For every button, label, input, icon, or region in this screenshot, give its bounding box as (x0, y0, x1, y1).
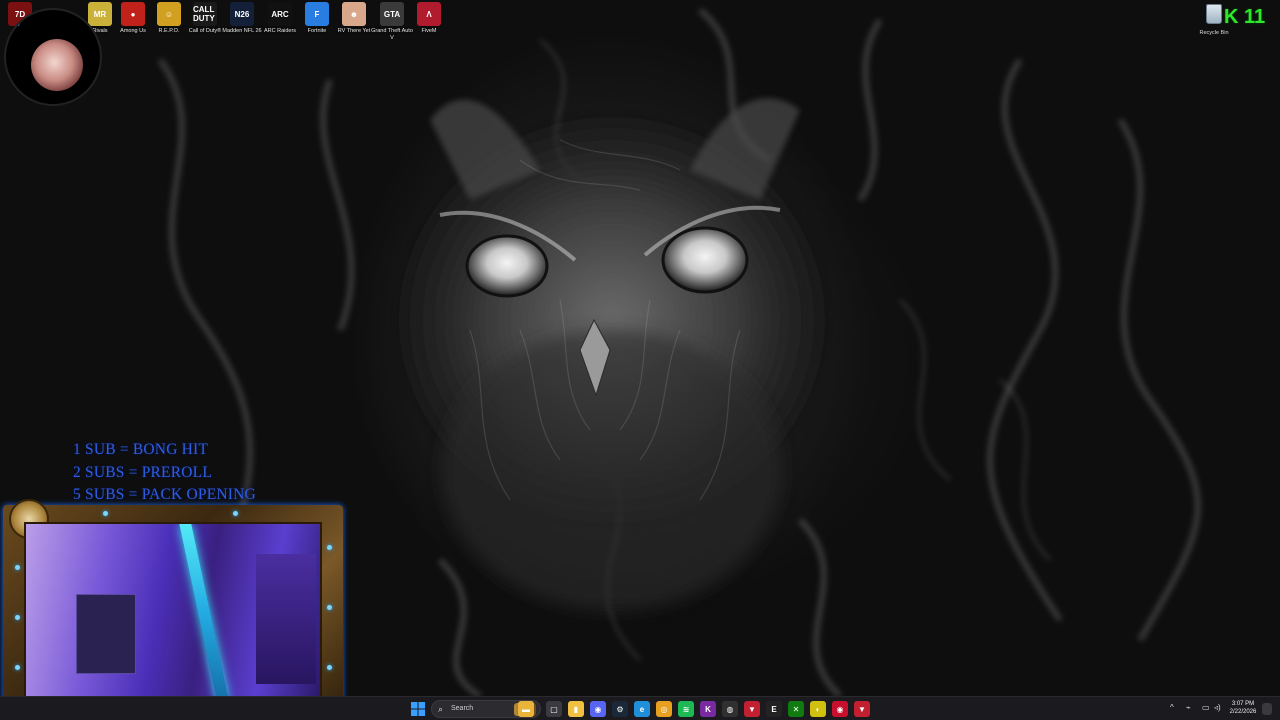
wall-poster (76, 594, 136, 674)
webcam-steampunk-frame (3, 499, 343, 713)
spotify-icon: ≋ (682, 704, 690, 714)
network-icon[interactable]: ▭ (1202, 703, 1210, 712)
fivem-icon: Λ (417, 2, 441, 26)
start-button[interactable] (410, 701, 426, 717)
pin-icon: ▼ (858, 704, 866, 714)
desktop-icon-call-of-duty[interactable]: CALL DUTY Call of Duty® (187, 2, 223, 35)
recycle-bin-icon (1206, 4, 1222, 24)
taskbar-xbox-icon[interactable]: ✕ (788, 701, 804, 717)
desktop-icon-fortnite[interactable]: F Fortnite (299, 2, 335, 35)
gta-v-icon: GTA (380, 2, 404, 26)
rv-there-yet-icon: ☻ (342, 2, 366, 26)
clock-date: 2/22/2026 (1229, 709, 1257, 715)
red-app-icon: ◉ (836, 704, 844, 714)
usb-icon[interactable]: ⌁ (1186, 703, 1191, 712)
taskbar-red-app-icon[interactable]: ◉ (832, 701, 848, 717)
tray-chevron-icon[interactable]: ^ (1170, 703, 1174, 712)
taskbar-pin-icon[interactable]: ▼ (854, 701, 870, 717)
kick-icon: K (705, 704, 711, 714)
map-pin-icon: ▼ (748, 704, 756, 714)
webcam-feed (24, 522, 322, 698)
taskbar-task-view-icon[interactable]: ▢ (546, 701, 562, 717)
taskbar-edge-icon[interactable]: e (634, 701, 650, 717)
sub-goal-2: 2 SUBS = PREROLL (73, 463, 212, 481)
task-view-icon: ▢ (550, 704, 558, 714)
desktop-icon-madden[interactable]: N26 Madden NFL 26 (222, 2, 262, 35)
frame-light (327, 665, 332, 670)
file-explorer-icon: ▬ (522, 704, 530, 714)
taskbar-spotify-icon[interactable]: ≋ (678, 701, 694, 717)
desktop-icon-rv-there-yet[interactable]: ☻ RV There Yet (336, 2, 372, 35)
among-us-icon: ● (121, 2, 145, 26)
facecam-avatar: Blind Korn (4, 8, 102, 106)
sub-goal-1: 1 SUB = BONG HIT (73, 441, 209, 458)
obs-icon: ◍ (726, 704, 734, 714)
taskbar-epic-games-icon[interactable]: E (766, 701, 782, 717)
taskbar-obs-icon[interactable]: ◍ (722, 701, 738, 717)
marvel-rivals-icon: MR (88, 2, 112, 26)
taskbar: ⌕ Search ▬ ▢ ▮ ◉ ⚙ e ◎ ≋ K ◍ ▼ E ✕ ◐ ◉ ▼ ^ ⌁ ▭ ◃) 3:07 … (0, 696, 1280, 720)
edge-icon: e (639, 704, 645, 714)
taskbar-discord-icon[interactable]: ◉ (590, 701, 606, 717)
folder-icon: ▮ (573, 704, 579, 714)
taskbar-kick-icon[interactable]: K (700, 701, 716, 717)
desktop-icon-gta-v[interactable]: GTA Grand Theft Auto V (371, 2, 413, 42)
madden-icon: N26 (230, 2, 254, 26)
taskbar-yellow-app-icon[interactable]: ◐ (810, 701, 826, 717)
frame-light (327, 605, 332, 610)
taskbar-map-pin-icon[interactable]: ▼ (744, 701, 760, 717)
taskbar-steam-icon[interactable]: ⚙ (612, 701, 628, 717)
yellow-app-icon: ◐ (815, 704, 821, 714)
repo-icon: ☺ (157, 2, 181, 26)
frame-light (15, 615, 20, 620)
frame-light (103, 511, 108, 516)
discord-icon: ◉ (594, 704, 602, 714)
desktop-icon-arc-raiders[interactable]: ARC ARC Raiders (262, 2, 298, 35)
frame-light (327, 545, 332, 550)
room-shelf (256, 554, 316, 684)
k11-logo: K 11 (1224, 6, 1266, 28)
led-light-strip (179, 524, 229, 696)
avatar-image (31, 39, 83, 91)
clock-time: 3:07 PM (1231, 701, 1255, 707)
desktop-icon-among-us[interactable]: ● Among Us (115, 2, 151, 35)
call-of-duty-icon: CALL DUTY (193, 2, 217, 26)
recycle-bin-label: Recycle Bin (1199, 30, 1229, 36)
search-placeholder: Search (451, 705, 474, 712)
taskbar-file-explorer-icon[interactable]: ▬ (518, 701, 534, 717)
desktop-icon-repo[interactable]: ☺ R.E.P.O. (151, 2, 187, 35)
fortnite-icon: F (305, 2, 329, 26)
desktop-icon-label: FiveM (421, 28, 437, 34)
volume-icon[interactable]: ◃) (1214, 703, 1221, 712)
sub-goal-3: 5 SUBS = PACK OPENING (73, 486, 256, 503)
windows-logo-icon (411, 702, 425, 716)
steam-icon: ⚙ (616, 704, 624, 714)
notification-icon[interactable] (1262, 703, 1272, 715)
search-icon: ⌕ (438, 704, 444, 714)
arc-raiders-icon: ARC (268, 2, 292, 26)
chrome-icon: ◎ (660, 704, 668, 714)
frame-light (233, 511, 238, 516)
xbox-icon: ✕ (792, 704, 800, 714)
epic-games-icon: E (771, 704, 777, 714)
frame-light (15, 565, 20, 570)
taskbar-folder-icon[interactable]: ▮ (568, 701, 584, 717)
frame-light (15, 665, 20, 670)
taskbar-chrome-icon[interactable]: ◎ (656, 701, 672, 717)
taskbar-clock[interactable]: 3:07 PM 2/22/2026 (1228, 700, 1258, 716)
desktop-icon-fivem[interactable]: Λ FiveM (411, 2, 447, 35)
sub-goals-overlay: 1 SUB = BONG HIT 2 SUBS = PREROLL 5 SUBS… (73, 439, 256, 507)
